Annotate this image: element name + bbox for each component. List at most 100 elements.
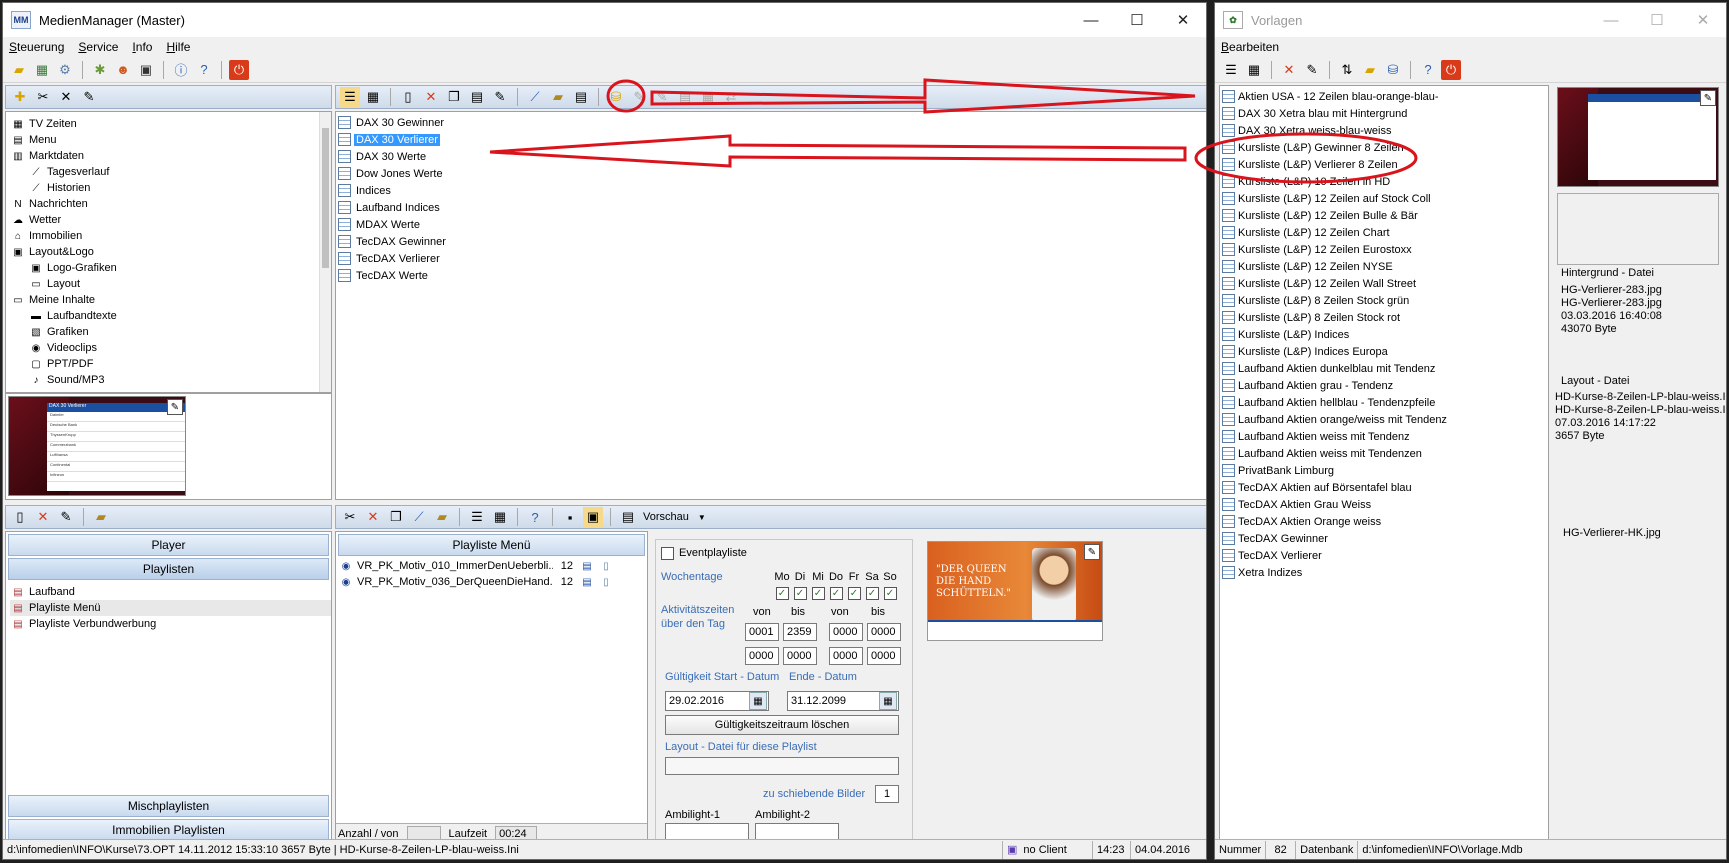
maximize-button[interactable]: ☐: [1114, 3, 1160, 37]
disabled-tool-1-icon[interactable]: ✎: [629, 87, 649, 107]
playlist-group-item[interactable]: ▤ Playliste Verbundwerbung: [10, 616, 331, 632]
copy-entry-icon[interactable]: ❐: [386, 507, 406, 527]
tree-item[interactable]: ▭ Meine Inhalte: [10, 292, 331, 308]
chevron-down-icon[interactable]: ▼: [698, 513, 706, 522]
vorlagen-delete-icon[interactable]: ✕: [1279, 60, 1299, 80]
template-list-item[interactable]: PrivatBank Limburg: [1220, 462, 1548, 479]
template-list-item[interactable]: TecDAX Gewinner: [1220, 530, 1548, 547]
template-list-item[interactable]: Kursliste (L&P) Verlierer 8 Zeilen: [1220, 156, 1548, 173]
template-list-item[interactable]: Laufband Aktien weiss mit Tendenzen: [1220, 445, 1548, 462]
playlist-group-item[interactable]: ▤ Playliste Menü: [10, 600, 331, 616]
content-list-item[interactable]: MDAX Werte: [336, 216, 1206, 233]
tree-item[interactable]: ▬ Laufbandtexte: [10, 308, 331, 324]
vorlagen-database-icon[interactable]: ⛁: [1383, 60, 1403, 80]
weekday-checkbox[interactable]: ✓: [829, 587, 843, 600]
template-list-item[interactable]: Laufband Aktien grau - Tendenz: [1220, 377, 1548, 394]
vorlagen-help-icon[interactable]: ?: [1418, 60, 1438, 80]
rename-icon[interactable]: ✎: [490, 87, 510, 107]
vorlagen-maximize-button[interactable]: ☐: [1634, 3, 1680, 37]
preview-toggle-icon[interactable]: ▣: [583, 507, 603, 527]
export-entry-icon[interactable]: ▰: [432, 507, 452, 527]
template-list-item[interactable]: Kursliste (L&P) 12 Zeilen Bulle & Bär: [1220, 207, 1548, 224]
template-list-item[interactable]: Kursliste (L&P) 12 Zeilen Eurostoxx: [1220, 241, 1548, 258]
ad-edit-icon[interactable]: ✎: [1084, 544, 1100, 560]
content-list-item[interactable]: Dow Jones Werte: [336, 165, 1206, 182]
time-field-3[interactable]: 0000: [829, 623, 863, 641]
vorlagen-edit-icon[interactable]: ✎: [1302, 60, 1322, 80]
edit-pencil-icon[interactable]: ✎: [167, 399, 183, 415]
time-field-1[interactable]: 0001: [745, 623, 779, 641]
template-list-item[interactable]: Kursliste (L&P) Gewinner 8 Zeilen: [1220, 139, 1548, 156]
time-field-6[interactable]: 0000: [783, 647, 817, 665]
paste-icon[interactable]: ▤: [467, 87, 487, 107]
template-list-item[interactable]: Laufband Aktien weiss mit Tendenz: [1220, 428, 1548, 445]
minimize-button[interactable]: —: [1068, 3, 1114, 37]
weekday-checkbox[interactable]: ✓: [811, 587, 825, 600]
delete-icon[interactable]: ✕: [56, 87, 76, 107]
playlist-entry[interactable]: ◉ VR_PK_Motiv_036_DerQueenDieHand... 12 ▤ ▯: [336, 574, 647, 590]
playlisten-button[interactable]: Playlisten: [8, 558, 329, 580]
weekday-checkbox[interactable]: ✓: [865, 587, 879, 600]
menu-service[interactable]: Service: [78, 40, 118, 54]
entry-doc-icon[interactable]: ▯: [598, 575, 614, 589]
playlist-entry[interactable]: ◉ VR_PK_Motiv_010_ImmerDenUeberbli... 12 ▤ ▯: [336, 558, 647, 574]
template-edit-icon[interactable]: ✎: [1700, 90, 1716, 106]
playlist-help-icon[interactable]: ?: [525, 507, 545, 527]
content-list-item[interactable]: DAX 30 Gewinner: [336, 114, 1206, 131]
power-icon[interactable]: ⏻: [229, 59, 249, 80]
copy-icon[interactable]: ❐: [444, 87, 464, 107]
tile-view-icon[interactable]: ▦: [363, 87, 383, 107]
template-list-item[interactable]: Laufband Aktien dunkelblau mit Tendenz: [1220, 360, 1548, 377]
template-list-item[interactable]: Kursliste (L&P) 10 Zeilen in HD: [1220, 173, 1548, 190]
weekday-checkbox[interactable]: ✓: [793, 587, 807, 600]
ad-preview[interactable]: "DER QUEEN DIE HAND SCHÜTTELN." ✎: [927, 541, 1103, 641]
vorlagen-list-view-icon[interactable]: ☰: [1221, 60, 1241, 80]
vorlagen-sort-icon[interactable]: ⇅: [1337, 60, 1357, 80]
grid-view-icon[interactable]: ▦: [32, 60, 52, 80]
preview-thumbnail[interactable]: DAX 30 Verlierer Daimler Deutsche Bank Thy…: [8, 396, 186, 496]
template-list-item[interactable]: TecDAX Aktien auf Börsentafel blau: [1220, 479, 1548, 496]
delete-item-icon[interactable]: ✕: [421, 87, 441, 107]
weekday-checkbox[interactable]: ✓: [775, 587, 789, 600]
content-list-item[interactable]: DAX 30 Werte: [336, 148, 1206, 165]
content-list-item[interactable]: TecDAX Gewinner: [336, 233, 1206, 250]
tree-item[interactable]: ▣ Layout&Logo: [10, 244, 331, 260]
vorlagen-folder-icon[interactable]: ▰: [1360, 60, 1380, 80]
vorlagen-tile-view-icon[interactable]: ▦: [1244, 60, 1264, 80]
tree-item[interactable]: N Nachrichten: [10, 196, 331, 212]
entry-doc-icon[interactable]: ▯: [598, 559, 614, 573]
new-playlist-icon[interactable]: ▯: [10, 507, 30, 527]
time-field-5[interactable]: 0000: [745, 647, 779, 665]
export-icon[interactable]: ▰: [548, 87, 568, 107]
vorlagen-power-icon[interactable]: ⏻: [1441, 59, 1461, 80]
bilder-field[interactable]: 1: [875, 785, 899, 803]
template-list-item[interactable]: Kursliste (L&P) 12 Zeilen Chart: [1220, 224, 1548, 241]
menu-bearbeiten[interactable]: Bearbeiten: [1221, 40, 1279, 54]
close-button[interactable]: ✕: [1160, 3, 1206, 37]
tree-item[interactable]: ⟋ Tagesverlauf: [10, 164, 331, 180]
entry-type-icon[interactable]: ▤: [579, 559, 595, 573]
playlist-properties-icon[interactable]: ▰: [91, 507, 111, 527]
template-list-item[interactable]: TecDAX Aktien Grau Weiss: [1220, 496, 1548, 513]
template-list-item[interactable]: Xetra Indizes: [1220, 564, 1548, 581]
time-field-2[interactable]: 2359: [783, 623, 817, 641]
list-view-icon[interactable]: ☰: [340, 87, 360, 107]
tree-item[interactable]: ♪ Sound/MP3: [10, 372, 331, 388]
monitor-icon[interactable]: ▣: [136, 60, 156, 80]
menu-steuerung[interactable]: Steuerung: [9, 40, 64, 54]
new-document-icon[interactable]: ▯: [398, 87, 418, 107]
template-list-item[interactable]: Kursliste (L&P) 12 Zeilen auf Stock Coll: [1220, 190, 1548, 207]
playlist-list-view-icon[interactable]: ☰: [467, 507, 487, 527]
playlist-group-item[interactable]: ▤ Laufband: [10, 584, 331, 600]
save-icon[interactable]: ▪: [560, 507, 580, 527]
template-list-item[interactable]: Kursliste (L&P) Indices: [1220, 326, 1548, 343]
network-icon[interactable]: ⚙: [55, 60, 75, 80]
edit-playlist-icon[interactable]: ✎: [56, 507, 76, 527]
content-list-item[interactable]: Indices: [336, 182, 1206, 199]
tree-item[interactable]: ▣ Logo-Grafiken: [10, 260, 331, 276]
content-list-item[interactable]: Laufband Indices: [336, 199, 1206, 216]
time-field-4[interactable]: 0000: [867, 623, 901, 641]
time-field-7[interactable]: 0000: [829, 647, 863, 665]
weekday-checkbox[interactable]: ✓: [883, 587, 897, 600]
template-list-item[interactable]: TecDAX Aktien Orange weiss: [1220, 513, 1548, 530]
